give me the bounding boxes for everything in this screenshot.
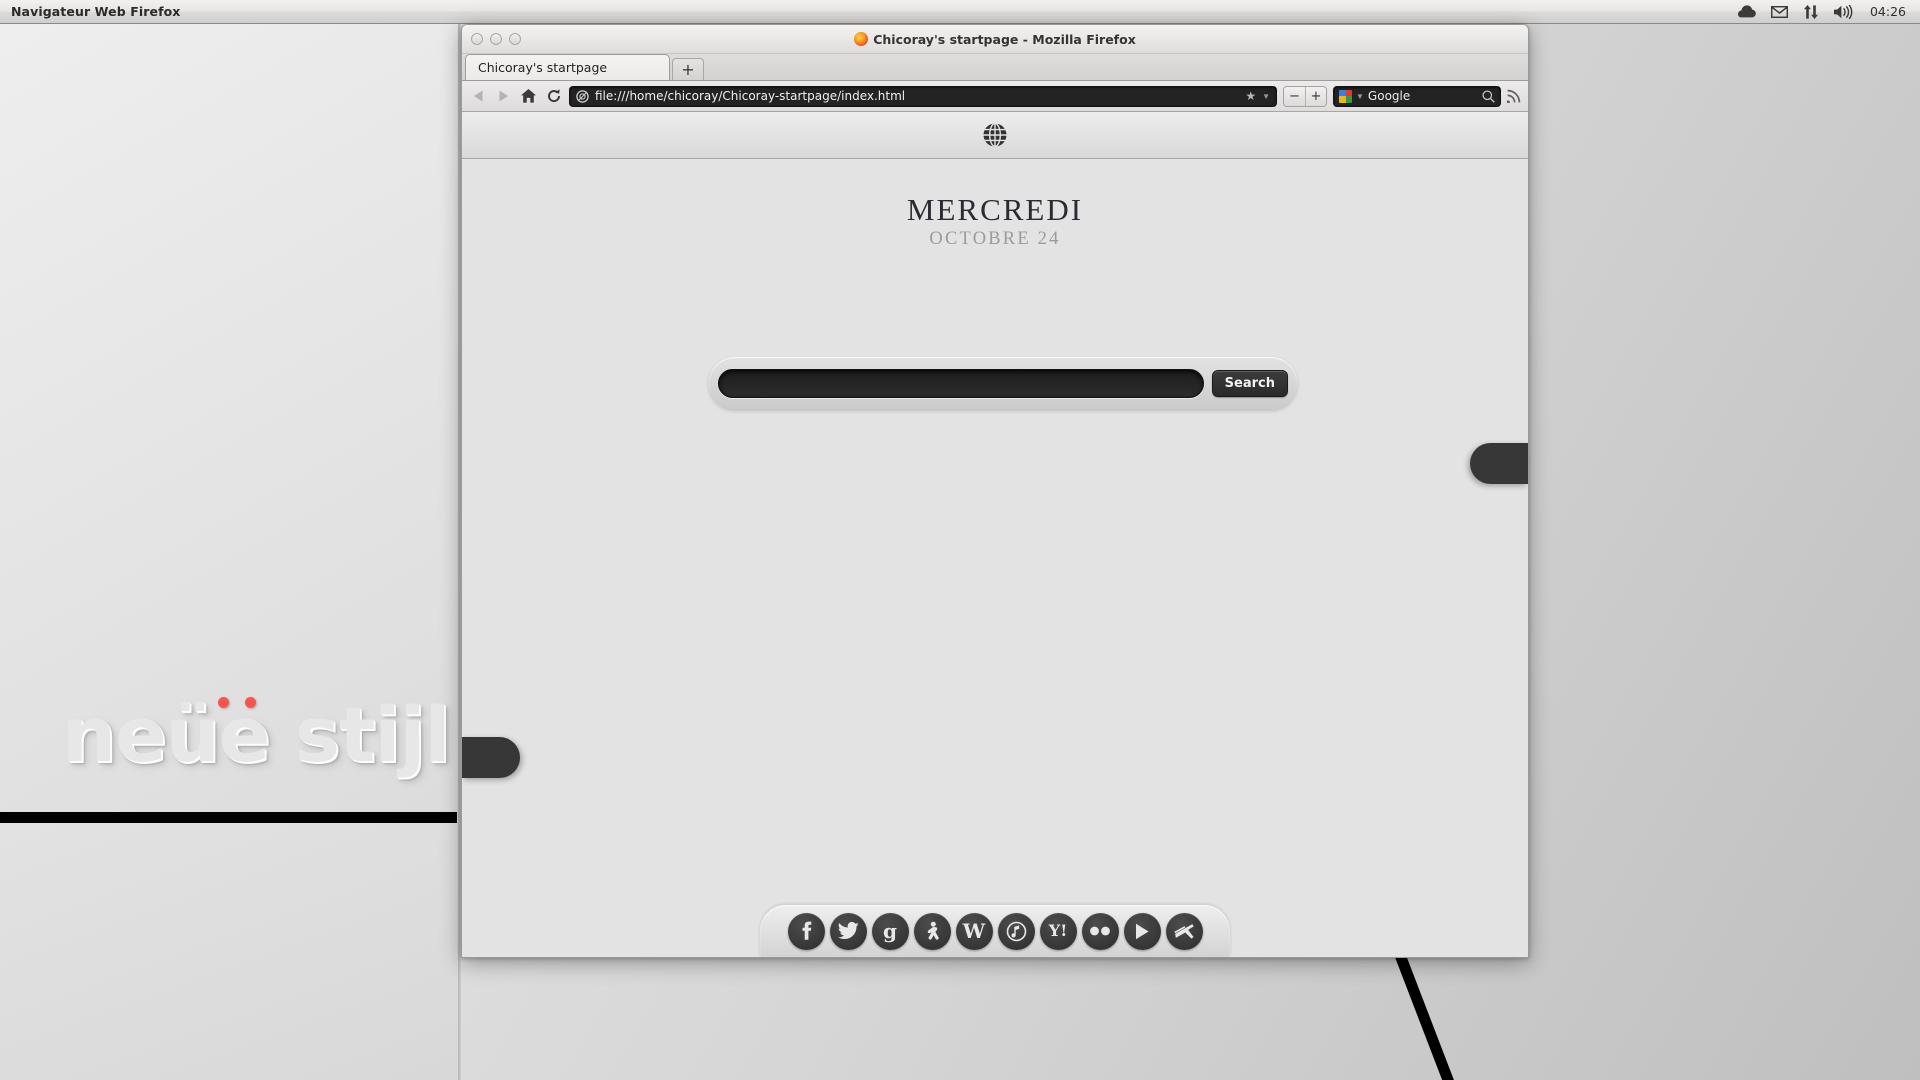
maximize-button[interactable] [509, 33, 521, 45]
dock-icon-runner[interactable] [913, 912, 951, 950]
volume-icon[interactable] [1833, 4, 1853, 19]
dock-icon-facebook[interactable] [787, 912, 825, 950]
search-input[interactable] [718, 368, 1204, 398]
dock-icon-twitter[interactable] [829, 912, 867, 950]
back-button[interactable] [469, 85, 488, 107]
zoom-in-button[interactable]: + [1305, 86, 1326, 106]
panel-app-title[interactable]: Navigateur Web Firefox [11, 4, 180, 19]
bookmarks-toolbar [462, 112, 1528, 159]
desktop-top-panel: Navigateur Web Firefox 04:26 [0, 0, 1920, 24]
search-icon[interactable] [1482, 89, 1495, 103]
new-tab-button[interactable]: + [672, 58, 704, 80]
zoom-out-button[interactable]: − [1284, 86, 1305, 106]
wallpaper-diagonal-line [1393, 948, 1475, 1080]
wallpaper-logotype: neüe stijl [62, 690, 450, 779]
page-search-capsule: Search [709, 357, 1297, 409]
wallpaper-black-band [0, 812, 457, 823]
left-drawer-handle[interactable] [462, 737, 520, 778]
window-title-wrap: Chicoray's startpage - Mozilla Firefox [462, 32, 1528, 47]
date-day: MERCREDI [906, 192, 1084, 227]
tab-chicoray-startpage[interactable]: Chicoray's startpage [465, 54, 670, 80]
search-engine-label: Google [1367, 89, 1411, 103]
zoom-controls: − + [1283, 85, 1327, 107]
minimize-button[interactable] [490, 33, 502, 45]
forward-button[interactable] [494, 85, 513, 107]
right-drawer-handle[interactable] [1470, 443, 1528, 484]
date-month-day: OCTOBRE 24 [929, 228, 1061, 249]
dock-icon-deviantart[interactable] [1165, 912, 1203, 950]
search-bar[interactable]: ▼ Google [1333, 85, 1501, 107]
firefox-logo-icon [854, 32, 869, 46]
url-text[interactable]: file:///home/chicoray/Chicoray-startpage… [595, 89, 1239, 103]
tab-label: Chicoray's startpage [478, 60, 608, 75]
system-tray: 04:26 [1737, 4, 1920, 19]
dock-label-google: g [883, 919, 897, 943]
globe-icon[interactable] [982, 122, 1009, 149]
close-button[interactable] [471, 33, 483, 45]
umlaut-dot-left [218, 697, 229, 708]
site-identity-icon[interactable] [576, 89, 589, 103]
home-icon[interactable] [519, 85, 538, 107]
dock-label-wikipedia: W [962, 919, 986, 943]
dock-icon-yahoo[interactable]: Y! [1039, 912, 1077, 950]
dock-label-yahoo: Y! [1048, 921, 1068, 940]
social-links-dock: g W Y! [760, 905, 1230, 957]
dock-icon-itunes[interactable] [997, 912, 1035, 950]
bookmark-star-icon[interactable]: ★ [1245, 90, 1256, 102]
rss-feed-icon[interactable] [1507, 89, 1521, 103]
wallpaper-panel-lower [0, 823, 458, 1080]
dock-icon-google[interactable]: g [871, 912, 909, 950]
startpage-content: MERCREDI OCTOBRE 24 Search g W Y! [462, 159, 1528, 957]
dock-icon-flickr[interactable] [1081, 912, 1119, 950]
url-dropdown-icon[interactable]: ▼ [1262, 92, 1270, 101]
window-title: Chicoray's startpage - Mozilla Firefox [873, 31, 1136, 47]
panel-clock[interactable]: 04:26 [1870, 4, 1906, 19]
date-heading: MERCREDI OCTOBRE 24 [462, 192, 1528, 250]
cloud-icon[interactable] [1737, 5, 1756, 18]
network-transfer-icon[interactable] [1803, 4, 1819, 19]
envelope-icon[interactable] [1770, 5, 1788, 18]
tab-strip: Chicoray's startpage + [462, 54, 1528, 81]
dock-icon-wikipedia[interactable]: W [955, 912, 993, 950]
umlaut-dot-right [245, 697, 256, 708]
search-engine-dropdown-icon[interactable]: ▼ [1356, 92, 1364, 101]
navigation-toolbar: file:///home/chicoray/Chicoray-startpage… [462, 81, 1528, 112]
google-logo-icon [1339, 89, 1352, 103]
window-titlebar: Chicoray's startpage - Mozilla Firefox [462, 25, 1528, 54]
url-bar[interactable]: file:///home/chicoray/Chicoray-startpage… [569, 85, 1277, 107]
firefox-window: Chicoray's startpage - Mozilla Firefox C… [461, 24, 1529, 958]
search-button[interactable]: Search [1211, 369, 1288, 397]
dock-icon-youtube[interactable] [1123, 912, 1161, 950]
reload-icon[interactable] [544, 85, 563, 107]
window-controls [471, 33, 521, 45]
